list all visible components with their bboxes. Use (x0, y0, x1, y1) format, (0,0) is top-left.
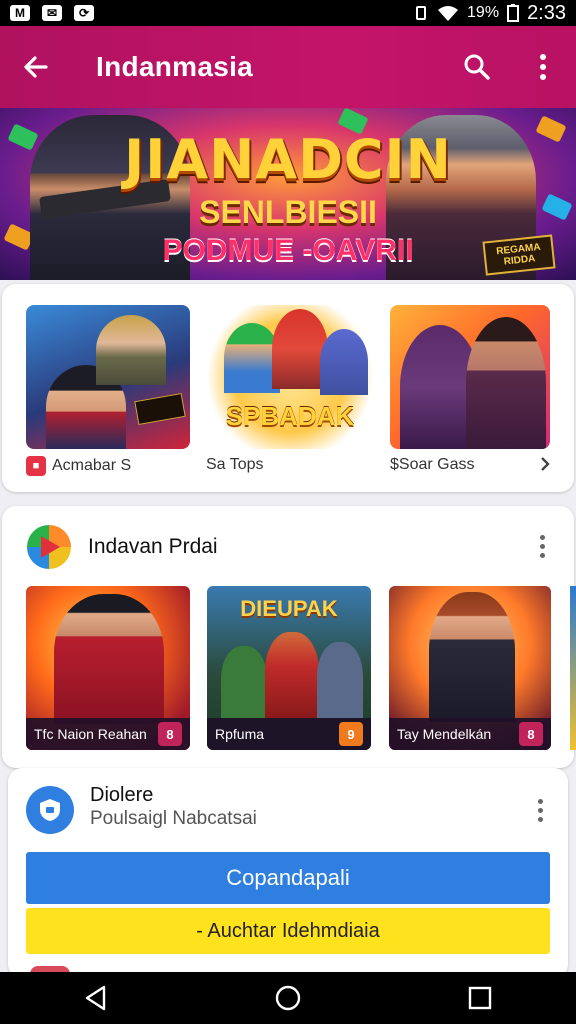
notification-mail-icon: ✉ (42, 5, 62, 21)
app-avatar (26, 786, 74, 834)
nav-back-button[interactable] (66, 972, 126, 1024)
character-art (265, 632, 319, 718)
chevron-right-icon (541, 457, 550, 471)
section-menu-button[interactable] (530, 530, 554, 562)
primary-action-button[interactable]: Copandapali (26, 852, 550, 904)
character-art (320, 329, 368, 395)
hero-subtitle: SENLBIESII (199, 194, 377, 230)
search-button[interactable] (444, 26, 510, 108)
battery-level: 19% (467, 4, 500, 21)
featured-label-3[interactable]: $Soar Gass (390, 456, 474, 474)
square-recents-icon (468, 986, 492, 1010)
status-bar: M ✉ ⟳ 19% 2:33 (0, 0, 576, 26)
notification-m-icon: M (10, 5, 30, 21)
wifi-icon (438, 6, 459, 21)
hero-badge: REGAMA RIDDA (482, 234, 556, 276)
notification-sync-icon: ⟳ (74, 5, 94, 21)
arrow-left-icon (24, 56, 48, 78)
game-badge: 8 (519, 722, 543, 746)
app-title: Indanmasia (96, 51, 254, 82)
hero-banner[interactable]: JIANADCIN SENLBIESII PODMUE -OAVRII REGA… (0, 108, 576, 280)
featured-label-2[interactable]: Sa Tops (206, 456, 264, 474)
featured-label-text: Acmabar S (52, 457, 132, 474)
app-shield-icon (40, 799, 60, 821)
overflow-menu-button[interactable] (510, 26, 576, 108)
back-button[interactable] (0, 26, 72, 108)
app-card-title: Diolere (90, 784, 154, 806)
nav-recents-button[interactable] (450, 972, 510, 1024)
triangle-back-icon (85, 985, 106, 1011)
system-nav-bar (0, 972, 576, 1024)
character-art (96, 315, 166, 385)
play-logo-icon (27, 525, 71, 569)
game-badge: 8 (158, 722, 182, 746)
featured-label-text: $Soar Gass (390, 456, 475, 473)
app-bar: Indanmasia (0, 26, 576, 108)
character-art (466, 317, 546, 449)
circle-home-icon (275, 985, 301, 1011)
hero-title: JIANADCIN (124, 128, 452, 191)
featured-tile-1[interactable] (26, 305, 190, 449)
game-tile-peek[interactable] (570, 586, 576, 750)
character-art (317, 642, 363, 718)
game-tile-2[interactable]: DIEUPAK Rpfuma 9 (207, 586, 371, 750)
game-tile-1[interactable]: Tfc Naion Reahan 8 (26, 586, 190, 750)
app-card-menu-button[interactable] (528, 794, 552, 826)
game-tile-3[interactable]: Tay Mendelkán 8 (389, 586, 551, 750)
tile-art-text: SPBADAK (225, 401, 355, 431)
clock: 2:33 (527, 1, 566, 24)
app-card-subtitle: Poulsaigl Nabcatsai (90, 808, 257, 829)
featured-tile-2[interactable]: SPBADAK (206, 305, 374, 449)
section-logo (26, 524, 72, 570)
vibrate-icon (416, 6, 427, 20)
featured-tile-3[interactable] (390, 305, 550, 449)
search-icon (464, 54, 490, 80)
featured-label-1[interactable]: ■ Acmabar S (26, 456, 131, 476)
character-art (54, 594, 164, 724)
battery-icon (507, 4, 520, 22)
app-icon: ■ (26, 456, 46, 476)
tile-art-text: DIEUPAK (240, 596, 338, 621)
more-vert-icon (540, 54, 546, 80)
featured-label-text: Sa Tops (206, 456, 264, 473)
character-art (221, 646, 267, 718)
nav-home-button[interactable] (258, 972, 318, 1024)
secondary-action-button[interactable]: - Auchtar Idehmdiaia (26, 908, 550, 954)
featured-next-button[interactable] (540, 456, 554, 476)
section-title: Indavan Prdai (88, 535, 218, 558)
game-badge: 9 (339, 722, 363, 746)
tile-badge (134, 393, 186, 425)
character-art (429, 592, 515, 722)
